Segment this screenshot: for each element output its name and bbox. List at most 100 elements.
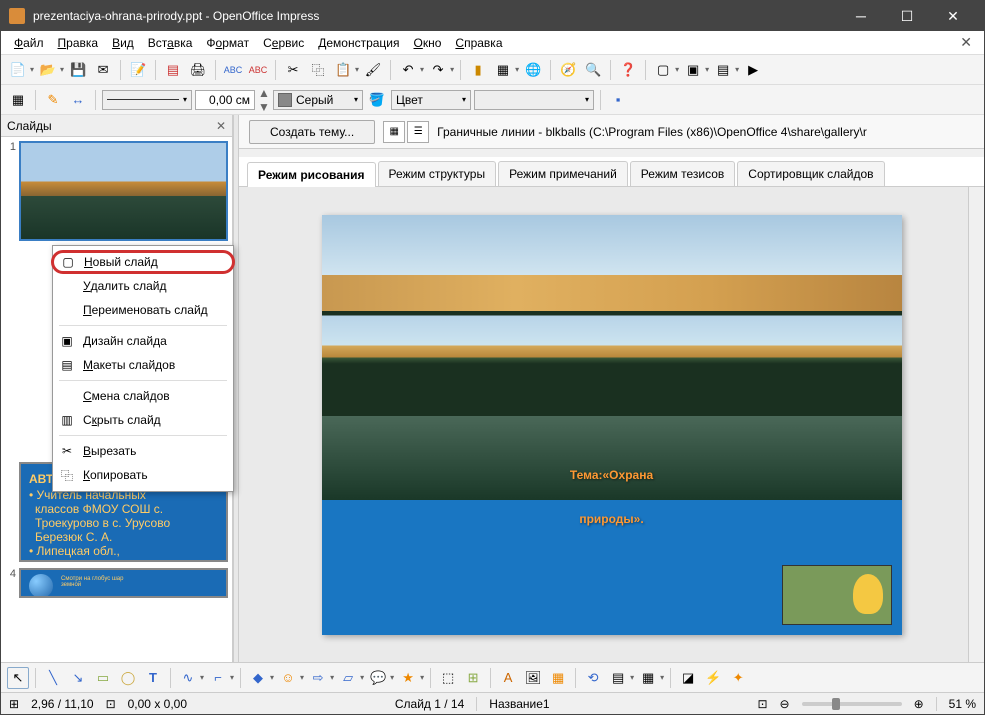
fill-color-select[interactable]: ▾ — [474, 90, 594, 110]
slide-preview[interactable] — [19, 141, 228, 241]
menu-window[interactable]: Окно — [407, 33, 449, 53]
menu-insert[interactable]: Вставка — [141, 33, 200, 53]
text-icon[interactable]: T — [142, 667, 164, 689]
print-icon[interactable]: 🖨 — [187, 59, 209, 81]
format-paint-icon[interactable]: 🖌 — [362, 59, 384, 81]
slide-insert-icon[interactable]: ▢ — [652, 59, 674, 81]
undo-icon[interactable]: ↶ — [397, 59, 419, 81]
symbol-shapes-icon[interactable]: ☺ — [277, 667, 299, 689]
arrange-icon[interactable]: ▦ — [637, 667, 659, 689]
block-arrows-icon[interactable]: ⇨ — [307, 667, 329, 689]
menu-edit[interactable]: Правка — [51, 33, 106, 53]
ctx-cut[interactable]: ✂Вырезать — [53, 439, 233, 463]
dropdown-icon[interactable]: ▾ — [420, 65, 424, 74]
close-panel-icon[interactable]: ✕ — [216, 119, 226, 133]
paste-icon[interactable]: 📋 — [332, 59, 354, 81]
line-width-input[interactable] — [195, 90, 255, 110]
tab-handout[interactable]: Режим тезисов — [630, 161, 736, 186]
hyperlink-icon[interactable]: 🌐 — [522, 59, 544, 81]
stars-icon[interactable]: ★ — [397, 667, 419, 689]
select-icon[interactable]: ↖ — [7, 667, 29, 689]
dropdown-icon[interactable]: ▾ — [60, 65, 64, 74]
close-button[interactable]: ✕ — [930, 1, 976, 31]
document-close-button[interactable]: ✕ — [954, 34, 978, 51]
save-icon[interactable]: 💾 — [67, 59, 89, 81]
rotate-icon[interactable]: ⟲ — [582, 667, 604, 689]
zoom-percent[interactable]: 51 % — [949, 697, 976, 711]
basic-shapes-icon[interactable]: ◆ — [247, 667, 269, 689]
dropdown-icon[interactable]: ▾ — [705, 65, 709, 74]
navigator-icon[interactable]: 🧭 — [557, 59, 579, 81]
callouts-icon[interactable]: 💬 — [367, 667, 389, 689]
tab-notes[interactable]: Режим примечаний — [498, 161, 628, 186]
line-color-icon[interactable]: ✎ — [42, 89, 64, 111]
zoom-slider[interactable] — [802, 702, 902, 706]
spin-down[interactable]: ▼ — [258, 100, 270, 114]
cut-icon[interactable]: ✂ — [282, 59, 304, 81]
spin-up[interactable]: ▲ — [258, 86, 270, 100]
dropdown-icon[interactable]: ▾ — [355, 65, 359, 74]
spellcheck-icon[interactable]: ABC — [222, 59, 244, 81]
menu-view[interactable]: Вид — [105, 33, 141, 53]
gallery-icon[interactable]: ▦ — [547, 667, 569, 689]
autospell-icon[interactable]: ABC — [247, 59, 269, 81]
open-icon[interactable]: 📂 — [37, 59, 59, 81]
slide-thumb[interactable]: 1 — [5, 141, 228, 241]
align-icon[interactable]: ▤ — [607, 667, 629, 689]
menu-file[interactable]: Файл — [7, 33, 51, 53]
ctx-slide-layouts[interactable]: ▤Макеты слайдов — [53, 353, 233, 377]
arrange-icon[interactable]: ▦ — [7, 89, 29, 111]
slide-preview[interactable]: Смотри на глобус шарземной — [19, 568, 228, 598]
edit-icon[interactable]: 📝 — [127, 59, 149, 81]
slide-layout-icon[interactable]: ▤ — [712, 59, 734, 81]
extrusion-icon[interactable]: ◪ — [677, 667, 699, 689]
create-theme-button[interactable]: Создать тему... — [249, 120, 375, 144]
shadow-icon[interactable]: ▪ — [607, 89, 629, 111]
maximize-button[interactable]: ☐ — [884, 1, 930, 31]
minimize-button[interactable]: ─ — [838, 1, 884, 31]
interaction-icon[interactable]: ⚡ — [702, 667, 724, 689]
fill-icon[interactable]: 🪣 — [366, 89, 388, 111]
ctx-slide-design[interactable]: ▣Дизайн слайда — [53, 329, 233, 353]
line-style-select[interactable]: ▾ — [102, 90, 192, 110]
zoom-out-icon[interactable]: ⊖ — [780, 697, 790, 711]
from-file-icon[interactable]: 🖼 — [522, 667, 544, 689]
ctx-delete-slide[interactable]: Удалить слайд — [53, 274, 233, 298]
tab-outline[interactable]: Режим структуры — [378, 161, 497, 186]
arrow-style-icon[interactable]: ↔ — [67, 89, 89, 111]
zoom-fit-icon[interactable]: ⊡ — [757, 697, 767, 711]
menu-help[interactable]: Справка — [448, 33, 509, 53]
dropdown-icon[interactable]: ▾ — [735, 65, 739, 74]
ctx-rename-slide[interactable]: Переименовать слайд — [53, 298, 233, 322]
chart-icon[interactable]: ▮ — [467, 59, 489, 81]
dropdown-icon[interactable]: ▾ — [30, 65, 34, 74]
glue-icon[interactable]: ⊞ — [462, 667, 484, 689]
gallery-view-icons-icon[interactable]: ▦ — [383, 121, 405, 143]
slide-thumb[interactable]: 4 Смотри на глобус шарземной — [5, 568, 228, 598]
line-icon[interactable]: ╲ — [42, 667, 64, 689]
ctx-transition[interactable]: Смена слайдов — [53, 384, 233, 408]
arrow-icon[interactable]: ↘ — [67, 667, 89, 689]
ellipse-icon[interactable]: ◯ — [117, 667, 139, 689]
fill-type-select[interactable]: Цвет▾ — [391, 90, 471, 110]
slide-design-icon[interactable]: ▣ — [682, 59, 704, 81]
menu-slideshow[interactable]: Демонстрация — [311, 33, 406, 53]
animation-icon[interactable]: ✦ — [727, 667, 749, 689]
connector-icon[interactable]: ⌐ — [207, 667, 229, 689]
copy-icon[interactable]: ⿻ — [307, 59, 329, 81]
ctx-hide-slide[interactable]: ▥Скрыть слайд — [53, 408, 233, 432]
scrollbar-vertical[interactable] — [968, 187, 984, 662]
zoom-in-icon[interactable]: ⊕ — [914, 697, 924, 711]
ctx-new-slide[interactable]: ▢Новый слайд — [51, 250, 235, 274]
rect-icon[interactable]: ▭ — [92, 667, 114, 689]
help-icon[interactable]: ❓ — [617, 59, 639, 81]
slide-canvas[interactable]: Тема:«Охранаприроды». — [322, 215, 902, 635]
flowchart-icon[interactable]: ▱ — [337, 667, 359, 689]
points-icon[interactable]: ⬚ — [437, 667, 459, 689]
dropdown-icon[interactable]: ▾ — [675, 65, 679, 74]
gallery-view-list-icon[interactable]: ☰ — [407, 121, 429, 143]
fontwork-icon[interactable]: A — [497, 667, 519, 689]
menu-tools[interactable]: Сервис — [256, 33, 311, 53]
email-icon[interactable]: ✉ — [92, 59, 114, 81]
new-icon[interactable]: 📄 — [7, 59, 29, 81]
